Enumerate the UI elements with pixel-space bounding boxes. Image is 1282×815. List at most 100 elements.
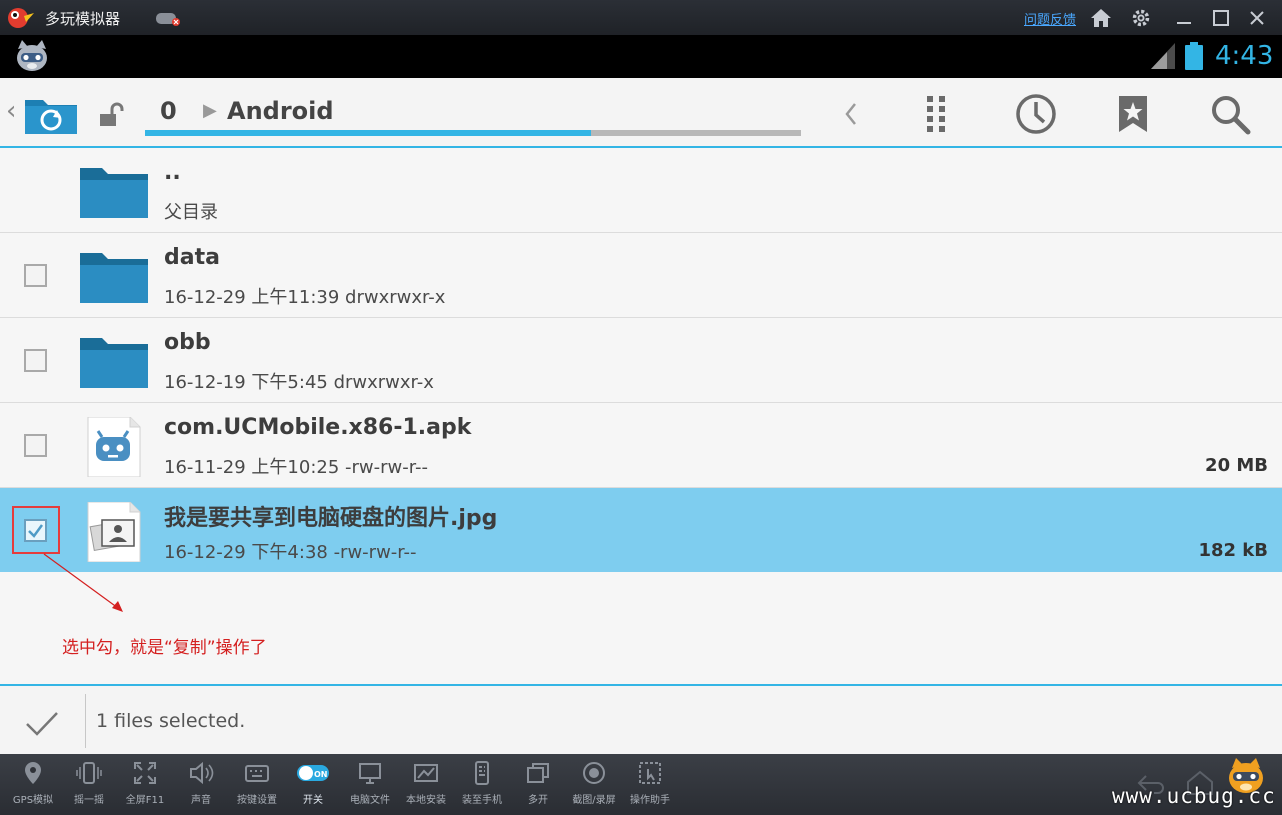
watermark-text: www.ucbug.cc (1112, 784, 1276, 808)
file-name: com.UCMobile.x86-1.apk (164, 415, 472, 440)
file-checkbox[interactable] (24, 349, 47, 372)
feedback-link[interactable]: 问题反馈 (1024, 9, 1076, 28)
file-name: 我是要共享到电脑硬盘的图片.jpg (164, 506, 498, 531)
multi-window-icon (527, 763, 549, 783)
emulator-toolbar: GPS模拟 摇一摇 全屏F11 声音 按键设置 ON 开关 电脑文件 本地安装 … (0, 754, 1282, 815)
tool-local-install[interactable]: 本地安装 (398, 760, 454, 812)
file-checkbox[interactable] (24, 264, 47, 287)
breadcrumb-root[interactable]: 0 (160, 97, 177, 125)
fullscreen-icon (134, 762, 156, 784)
tool-label: 电脑文件 (350, 795, 390, 806)
file-row[interactable]: obb 16-12-19 下午5:45 drwxrwxr-x (0, 318, 1282, 403)
apk-file-icon (87, 417, 141, 477)
tool-label: 本地安装 (406, 795, 446, 806)
file-meta: 16-11-29 上午10:25 -rw-rw-r-- (164, 457, 428, 478)
install-icon (414, 764, 438, 782)
breadcrumb-separator-icon: ▶ (203, 100, 217, 121)
tool-label: 操作助手 (630, 795, 670, 806)
monitor-icon (359, 763, 381, 784)
tool-label: 摇一摇 (74, 795, 104, 806)
search-icon[interactable] (1208, 92, 1252, 136)
confirm-check-icon[interactable] (24, 710, 60, 738)
file-row[interactable]: com.UCMobile.x86-1.apk 16-11-29 上午10:25 … (0, 403, 1282, 488)
folder-icon (80, 338, 148, 388)
divider (85, 694, 86, 748)
bookmark-star-icon[interactable] (1111, 92, 1155, 136)
close-icon[interactable] (1245, 6, 1269, 30)
unlock-icon[interactable] (98, 102, 126, 128)
tool-gps[interactable]: GPS模拟 (5, 760, 61, 812)
tool-label: 开关 (303, 795, 323, 806)
back-chevron-icon[interactable]: ‹ (6, 96, 16, 126)
list-empty-area (0, 572, 1282, 684)
tool-label: 截图/录屏 (572, 795, 616, 806)
shake-icon (76, 762, 102, 784)
assistant-icon (639, 762, 661, 784)
clock: 4:43 (1215, 41, 1274, 71)
file-manager-action-bar: ‹ 0 ▶ Android (0, 78, 1282, 148)
file-checkbox-checked[interactable] (24, 519, 47, 542)
tool-label: 按键设置 (237, 795, 277, 806)
previous-chevron-icon[interactable] (829, 92, 873, 136)
folder-icon (80, 168, 148, 218)
file-list: .. 父目录 data 16-12-29 上午11:39 drwxrwxr-x … (0, 148, 1282, 573)
history-clock-icon[interactable] (1014, 92, 1058, 136)
tool-volume[interactable]: 声音 (173, 760, 229, 812)
path-scroll-track (145, 130, 801, 136)
svg-text:ON: ON (314, 770, 328, 779)
file-meta: 父目录 (164, 202, 218, 223)
app-logo-icon (8, 8, 34, 28)
folder-icon (80, 253, 148, 303)
tool-fullscreen[interactable]: 全屏F11 (117, 760, 173, 812)
tool-multi-instance[interactable]: 多开 (510, 760, 566, 812)
file-name: obb (164, 330, 211, 355)
tool-pc-files[interactable]: 电脑文件 (342, 760, 398, 812)
maximize-icon[interactable] (1209, 6, 1233, 30)
emulator-mascot-icon (17, 40, 47, 71)
tool-shake[interactable]: 摇一摇 (61, 760, 117, 812)
keyboard-icon (245, 765, 269, 782)
breadcrumb-current[interactable]: Android (227, 97, 334, 125)
file-row-parent[interactable]: .. 父目录 (0, 148, 1282, 233)
file-checkbox[interactable] (24, 434, 47, 457)
file-name: data (164, 245, 220, 270)
emulator-title-bar: 多玩模拟器 问题反馈 (0, 0, 1282, 35)
grid-view-icon[interactable] (915, 92, 959, 136)
tool-label: 装至手机 (462, 795, 502, 806)
annotation-arrow-icon (43, 553, 123, 612)
volume-icon (190, 761, 214, 785)
toggle-on-icon: ON (297, 765, 329, 781)
refresh-folder-icon[interactable] (23, 92, 79, 136)
file-name: .. (164, 160, 181, 185)
selection-status: 1 files selected. (96, 710, 246, 732)
tool-label: 全屏F11 (125, 795, 165, 806)
phone-install-icon (475, 761, 489, 785)
signal-icon (1151, 43, 1175, 69)
tool-install-phone[interactable]: 装至手机 (454, 760, 510, 812)
android-status-bar: 4:43 (0, 35, 1282, 78)
tool-screenshot-record[interactable]: 截图/录屏 (566, 760, 622, 812)
tool-label: GPS模拟 (12, 795, 54, 806)
battery-icon (1185, 42, 1203, 70)
selection-bar: 1 files selected. (0, 684, 1282, 754)
tool-label: 多开 (528, 795, 548, 806)
location-pin-icon (25, 762, 41, 784)
settings-icon[interactable] (1129, 6, 1153, 30)
file-meta: 16-12-29 下午4:38 -rw-rw-r-- (164, 542, 417, 563)
minimize-icon[interactable] (1172, 6, 1196, 30)
tool-keymap[interactable]: 按键设置 (229, 760, 285, 812)
record-icon (583, 762, 605, 784)
home-icon[interactable] (1089, 6, 1113, 30)
file-size: 20 MB (1205, 455, 1268, 476)
file-row-selected[interactable]: 我是要共享到电脑硬盘的图片.jpg 16-12-29 下午4:38 -rw-rw… (0, 488, 1282, 573)
app-title: 多玩模拟器 (45, 10, 121, 28)
gamepad-icon[interactable] (155, 9, 181, 27)
annotation-text: 选中勾，就是“复制”操作了 (62, 638, 267, 658)
path-scroll-fill (145, 130, 592, 136)
tool-label: 声音 (191, 795, 211, 806)
tool-toggle[interactable]: ON 开关 (285, 760, 341, 812)
file-row[interactable]: data 16-12-29 上午11:39 drwxrwxr-x (0, 233, 1282, 318)
file-meta: 16-12-29 上午11:39 drwxrwxr-x (164, 287, 446, 308)
tool-assistant[interactable]: 操作助手 (622, 760, 678, 812)
file-size: 182 kB (1198, 540, 1268, 561)
